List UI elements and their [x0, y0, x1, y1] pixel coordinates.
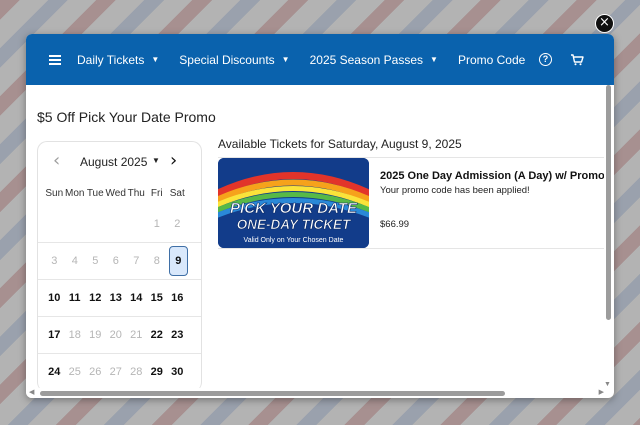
weekday-label: Mon — [65, 187, 85, 199]
horizontal-scrollbar[interactable]: ◀ ▶ — [26, 388, 604, 398]
weekday-label: Sat — [169, 187, 185, 199]
menu-icon[interactable] — [49, 53, 61, 67]
calendar-day-available[interactable]: 17 — [44, 329, 65, 341]
prev-month-button[interactable]: ‹ — [53, 150, 60, 171]
calendar-week-row: 17 18 19 20 21 22 23 — [38, 316, 201, 353]
nav-season-passes-label: 2025 Season Passes — [309, 52, 424, 67]
promo-image-line3: Valid Only on Your Chosen Date — [244, 237, 344, 244]
calendar-day-available[interactable]: 16 — [167, 292, 188, 304]
ticket-promo-image: PICK YOUR DATE ONE-DAY TICKET Valid Only… — [218, 158, 369, 248]
scroll-left-arrow-icon[interactable]: ◀ — [29, 388, 34, 396]
calendar-day-available[interactable]: 10 — [44, 292, 65, 304]
chevron-down-icon: ▼ — [151, 55, 160, 64]
promo-image-line1: PICK YOUR DATE — [230, 200, 358, 217]
calendar-day-unavailable: 18 — [68, 329, 81, 341]
calendar-day-available[interactable]: 23 — [167, 329, 188, 341]
promo-image-line2: ONE-DAY TICKET — [237, 217, 352, 232]
ticket-modal: Daily Tickets ▼ Special Discounts ▼ 2025… — [26, 34, 614, 398]
weekday-label: Wed — [105, 187, 126, 199]
calendar-day-available[interactable]: 24 — [44, 366, 65, 378]
calendar-day-unavailable: 7 — [133, 255, 140, 267]
scroll-down-arrow-icon[interactable]: ▼ — [604, 381, 611, 388]
calendar-day-available[interactable]: 22 — [147, 329, 168, 341]
calendar-day-unavailable: 4 — [71, 255, 78, 267]
calendar-week-row: 10 11 12 13 14 15 16 — [38, 279, 201, 316]
calendar-day-unavailable: 6 — [112, 255, 119, 267]
nav-daily-tickets[interactable]: Daily Tickets ▼ — [77, 53, 159, 67]
scroll-right-arrow-icon[interactable]: ▶ — [599, 388, 604, 396]
weekday-header-row: Sun Mon Tue Wed Thu Fri Sat — [38, 180, 201, 206]
calendar-day-unavailable: 1 — [153, 218, 160, 230]
weekday-label: Sun — [45, 187, 64, 199]
calendar-day-unavailable: 19 — [89, 329, 102, 341]
nav-promo-code[interactable]: Promo Code — [458, 53, 525, 67]
close-modal-button[interactable]: × — [595, 14, 614, 33]
calendar-day-unavailable: 21 — [130, 329, 143, 341]
calendar-day-unavailable: 26 — [89, 366, 102, 378]
calendar-day-unavailable: 5 — [92, 255, 99, 267]
calendar-week-row: 12 — [38, 206, 201, 242]
weekday-label: Fri — [150, 187, 163, 199]
next-month-button[interactable]: › — [170, 150, 177, 171]
top-nav: Daily Tickets ▼ Special Discounts ▼ 2025… — [26, 34, 614, 85]
month-select[interactable]: August 2025 — [80, 155, 147, 169]
chevron-down-icon: ▼ — [281, 55, 290, 64]
date-picker-calendar: ‹ August 2025 ▼ › Sun Mon Tue Wed Thu Fri Sat … — [37, 141, 202, 388]
vertical-scrollbar-thumb[interactable] — [606, 85, 611, 320]
cart-icon[interactable] — [570, 53, 584, 66]
calendar-day-selected[interactable]: 9 — [168, 246, 188, 276]
calendar-day-available[interactable]: 12 — [85, 292, 106, 304]
modal-content: $5 Off Pick Your Date Promo ‹ August 202… — [26, 85, 604, 388]
calendar-day-available[interactable]: 14 — [126, 292, 147, 304]
ticket-price: $66.99 — [380, 219, 410, 230]
calendar-day-available[interactable]: 15 — [147, 292, 168, 304]
nav-promo-code-label: Promo Code — [457, 52, 526, 67]
nav-special-discounts-label: Special Discounts — [179, 52, 275, 67]
nav-daily-tickets-label: Daily Tickets — [77, 52, 145, 67]
calendar-header: ‹ August 2025 ▼ › — [38, 142, 201, 180]
horizontal-scrollbar-thumb[interactable] — [40, 391, 505, 396]
calendar-week-row: 3 4 5 6 7 89 — [38, 242, 201, 279]
calendar-day-available[interactable]: 30 — [167, 366, 188, 378]
weekday-label: Tue — [86, 187, 104, 199]
calendar-day-unavailable: 28 — [130, 366, 143, 378]
calendar-day-unavailable: 3 — [51, 255, 58, 267]
chevron-down-icon: ▼ — [430, 55, 438, 64]
nav-season-passes[interactable]: 2025 Season Passes ▼ — [310, 53, 438, 67]
calendar-week-row: 24 25 26 27 28 29 30 — [38, 353, 201, 388]
close-icon: × — [599, 15, 610, 30]
weekday-label: Thu — [127, 187, 145, 199]
help-icon[interactable]: ? — [539, 53, 552, 66]
calendar-day-unavailable: 27 — [109, 366, 122, 378]
promo-applied-message: Your promo code has been applied! — [380, 185, 530, 196]
vertical-scrollbar[interactable]: ▼ — [604, 85, 612, 388]
available-tickets-heading: Available Tickets for Saturday, August 9… — [218, 137, 462, 151]
calendar-day-available[interactable]: 13 — [106, 292, 127, 304]
calendar-grid: 1 2 3 4 5 6 7 8 9 10 11 12 13 14 15 16 17 18 19 20 21 22 23 24 2… — [38, 206, 201, 388]
calendar-day-unavailable: 2 — [174, 218, 181, 230]
calendar-day-unavailable: 25 — [68, 366, 81, 378]
calendar-day-unavailable: 20 — [109, 329, 122, 341]
ticket-name: 2025 One Day Admission (A Day) w/ Promo — [380, 170, 604, 182]
chevron-down-icon[interactable]: ▼ — [152, 156, 160, 165]
calendar-day-available[interactable]: 11 — [65, 292, 86, 304]
calendar-day-available[interactable]: 29 — [147, 366, 168, 378]
ticket-card[interactable]: PICK YOUR DATE ONE-DAY TICKET Valid Only… — [218, 157, 604, 249]
nav-special-discounts[interactable]: Special Discounts ▼ — [179, 53, 289, 67]
calendar-day-unavailable: 8 — [153, 255, 160, 267]
page-title: $5 Off Pick Your Date Promo — [37, 109, 216, 125]
